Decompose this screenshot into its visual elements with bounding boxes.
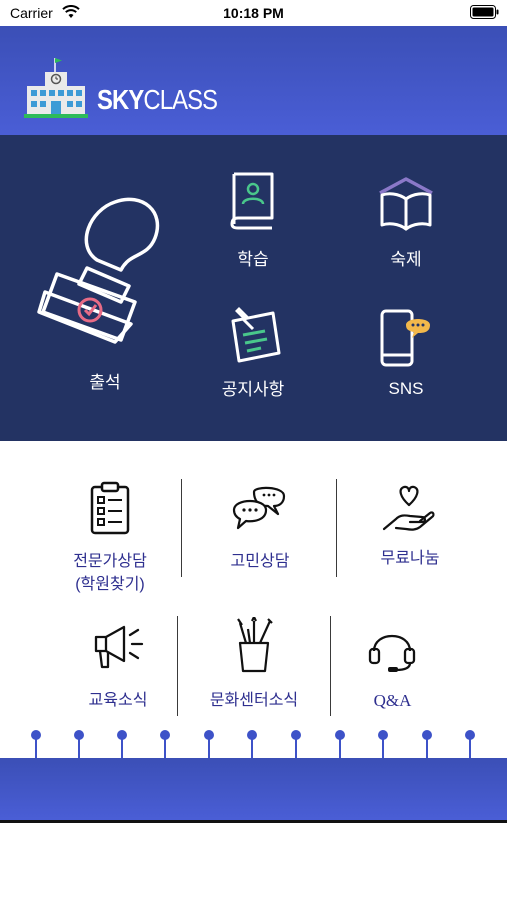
footer-divider xyxy=(0,820,507,823)
app-logo-text: SKYCLASS xyxy=(97,84,218,115)
pin-decoration xyxy=(0,730,507,760)
pinned-note-icon xyxy=(231,307,281,363)
pin xyxy=(74,730,84,760)
worry-consult-button[interactable]: 고민상담 xyxy=(190,486,330,576)
worry-consult-label: 고민상담 xyxy=(230,553,290,570)
divider xyxy=(181,479,182,577)
homework-label: 숙제 xyxy=(390,250,422,269)
chat-bubbles-icon xyxy=(232,486,286,530)
megaphone-icon xyxy=(94,625,144,669)
education-news-button[interactable]: 교육소식 xyxy=(48,623,188,718)
notice-label: 공지사항 xyxy=(221,380,285,399)
pin xyxy=(422,730,432,760)
pin xyxy=(204,730,214,760)
attendance-button[interactable]: 출석 xyxy=(30,190,180,395)
free-sharing-label: 무료나눔 xyxy=(380,550,440,567)
pin xyxy=(291,730,301,760)
expert-consult-sublabel: (학원찾기) xyxy=(75,576,145,593)
study-button[interactable]: 학습 xyxy=(203,170,303,270)
divider xyxy=(336,479,337,577)
stamp-icon xyxy=(37,197,160,344)
primary-menu-panel: 출석 학습 숙제 공지사항 SNS xyxy=(0,135,507,441)
qa-button[interactable]: Q&A xyxy=(330,623,455,718)
pencil-cup-icon xyxy=(237,617,273,673)
expert-consult-label: 전문가상담 xyxy=(73,553,147,570)
study-book-icon xyxy=(230,172,274,230)
secondary-menu-panel: 전문가상담 (학원찾기) 고민상담 무료나눔 교육소식 문화센터소식 Q&A xyxy=(0,441,507,731)
open-book-icon xyxy=(379,177,433,231)
pin xyxy=(31,730,41,760)
free-sharing-button[interactable]: 무료나눔 xyxy=(340,483,480,578)
education-news-label: 교육소식 xyxy=(88,692,148,709)
headset-icon xyxy=(368,635,416,672)
hand-heart-icon xyxy=(382,485,435,531)
expert-consult-button[interactable]: 전문가상담 (학원찾기) xyxy=(40,481,180,601)
culture-center-news-label: 문화센터소식 xyxy=(209,692,299,709)
culture-center-news-button[interactable]: 문화센터소식 xyxy=(184,617,324,717)
homework-button[interactable]: 숙제 xyxy=(356,175,456,270)
pin xyxy=(378,730,388,760)
battery-icon xyxy=(470,5,499,19)
footer-band xyxy=(0,758,507,820)
qa-label: Q&A xyxy=(373,691,412,710)
status-bar: Carrier 10:18 PM xyxy=(0,0,507,26)
app-header: SKYCLASS xyxy=(0,26,507,135)
clock: 10:18 PM xyxy=(223,5,284,21)
pin xyxy=(247,730,257,760)
school-building-logo-icon xyxy=(24,58,88,118)
sns-label: SNS xyxy=(388,379,424,398)
pin xyxy=(465,730,475,760)
attendance-label: 출석 xyxy=(89,373,121,392)
smartphone-chat-icon xyxy=(380,309,430,367)
pin xyxy=(160,730,170,760)
clipboard-checklist-icon xyxy=(90,481,130,535)
sns-button[interactable]: SNS xyxy=(356,307,456,407)
study-label: 학습 xyxy=(237,250,269,269)
pin xyxy=(117,730,127,760)
notice-button[interactable]: 공지사항 xyxy=(203,305,303,405)
pin xyxy=(335,730,345,760)
